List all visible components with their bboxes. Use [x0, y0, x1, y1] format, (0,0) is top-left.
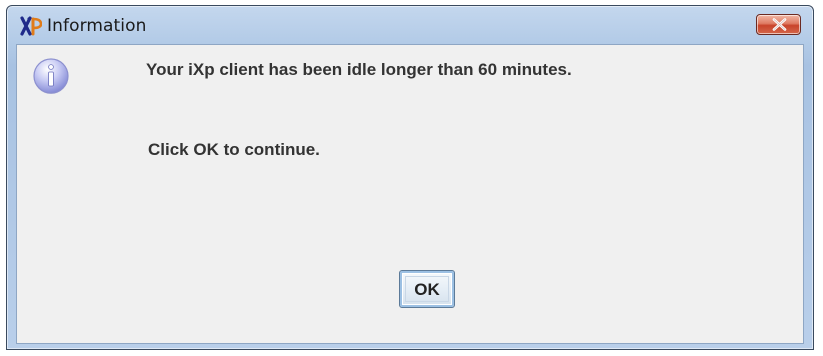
- close-button[interactable]: [756, 14, 801, 35]
- ok-button-label: OK: [414, 280, 440, 299]
- dialog-content: Your iXp client has been idle longer tha…: [16, 44, 804, 344]
- close-icon: [772, 18, 787, 31]
- info-icon: [31, 56, 71, 96]
- title-bar[interactable]: Information: [7, 6, 813, 44]
- continue-instruction: Click OK to continue.: [148, 140, 320, 159]
- ok-button[interactable]: OK: [399, 270, 455, 308]
- idle-message: Your iXp client has been idle longer tha…: [146, 60, 572, 79]
- window-title: Information: [47, 16, 147, 36]
- dialog-window: Information Your iXp client has been idl…: [6, 5, 814, 350]
- ixp-app-icon: [20, 15, 43, 37]
